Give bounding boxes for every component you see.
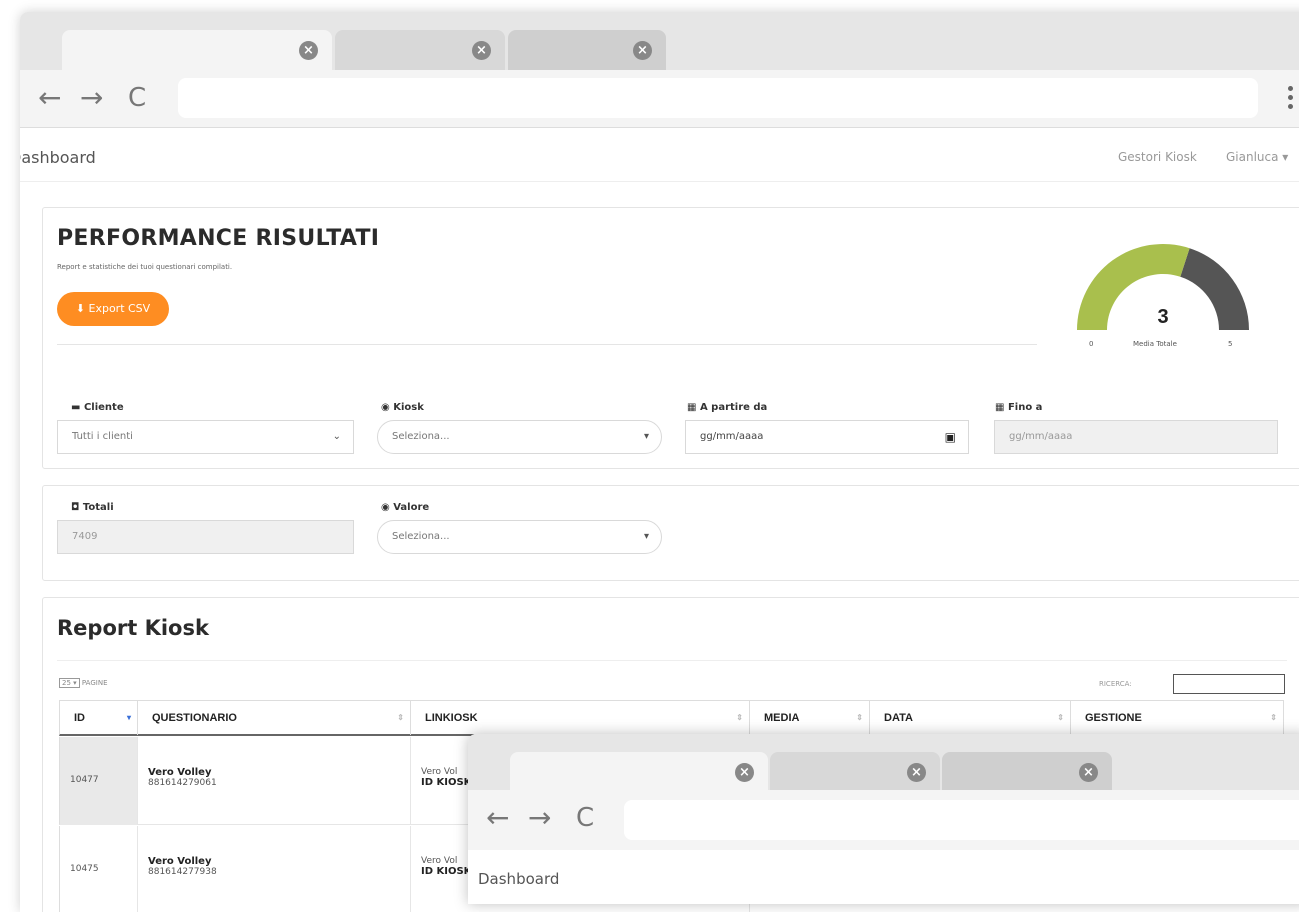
calendar-icon[interactable]: ▣ [945, 421, 956, 453]
totali-label: ◘ Totali [71, 502, 114, 513]
tab-1[interactable]: × [510, 752, 768, 790]
valore-select[interactable]: Seleziona... ▾ [377, 520, 662, 554]
page-size-control: 25 ▾ PAGINE [59, 678, 108, 688]
from-date-label: ▦ A partire da [687, 402, 768, 413]
brand-link[interactable]: Dashboard [478, 870, 559, 888]
page-title: PERFORMANCE RISULTATI [57, 226, 380, 251]
eye-icon: ◉ [381, 502, 390, 513]
top-navbar: Dashboard Gestori Kiosk Gianluca ▾ [20, 128, 1299, 182]
calendar-icon: ▦ [687, 402, 697, 413]
gauge-rest-arc [1180, 248, 1249, 330]
forward-icon[interactable]: → [528, 804, 551, 832]
cell-questionario: Vero Volley 881614277938 [138, 826, 411, 912]
totals-card: ◘ Totali 7409 ◉ Valore Seleziona... ▾ [42, 485, 1299, 581]
gauge-caption: Media Totale [1133, 340, 1177, 348]
browser-toolbar: ← → C [20, 70, 1299, 128]
column-header-gestione[interactable]: GESTIONE ⇕ [1071, 701, 1283, 735]
tab-2[interactable]: × [335, 30, 505, 70]
to-date-input[interactable]: gg/mm/aaaa [994, 420, 1278, 454]
divider [57, 660, 1287, 661]
chevron-down-icon: ⌄ [332, 431, 341, 442]
from-date-input[interactable]: gg/mm/aaaa ▣ [685, 420, 969, 454]
report-title: Report Kiosk [57, 616, 209, 640]
column-header-data[interactable]: DATA ⇕ [870, 701, 1071, 735]
nav-user-menu[interactable]: Gianluca ▾ [1226, 150, 1288, 164]
menu-icon[interactable] [1288, 86, 1294, 113]
gauge-max-label: 5 [1228, 340, 1233, 348]
forward-icon[interactable]: → [80, 84, 103, 112]
gauge-min-label: 0 [1089, 340, 1094, 348]
search-label: RICERCA: [1099, 680, 1132, 688]
overlay-browser-window: × × × ← → C Dashboard [468, 734, 1299, 904]
browser-toolbar: ← → C [468, 790, 1299, 850]
tab-2[interactable]: × [770, 752, 940, 790]
performance-card: PERFORMANCE RISULTATI Report e statistic… [42, 207, 1299, 469]
page-size-select[interactable]: 25 ▾ [59, 678, 80, 688]
caret-down-icon: ▾ [643, 431, 649, 442]
cell-id: 10477 [60, 737, 138, 825]
tab-1[interactable]: × [62, 30, 332, 70]
back-icon[interactable]: ← [486, 804, 509, 832]
column-header-media[interactable]: MEDIA ⇕ [750, 701, 870, 735]
close-icon[interactable]: × [633, 41, 652, 60]
page-subtitle: Report e statistiche dei tuoi questionar… [57, 263, 233, 271]
totali-field: 7409 [57, 520, 354, 554]
close-icon[interactable]: × [472, 41, 491, 60]
table-header: ID ▾ QUESTIONARIO ⇕ LINKIOSK ⇕ MEDIA ⇕ DATA ⇕… [59, 700, 1284, 736]
back-icon[interactable]: ← [38, 84, 61, 112]
cliente-select[interactable]: Tutti i clienti ⌄ [57, 420, 354, 454]
column-header-id[interactable]: ID ▾ [60, 701, 138, 735]
tag-icon: ◘ [71, 502, 80, 513]
tab-3[interactable]: × [508, 30, 666, 70]
briefcase-icon: ▬ [71, 402, 81, 413]
close-icon[interactable]: × [907, 763, 926, 782]
eye-icon: ◉ [381, 402, 390, 413]
gauge-value: 3 [1157, 306, 1169, 328]
calendar-icon: ▦ [995, 402, 1005, 413]
to-date-label: ▦ Fino a [995, 402, 1043, 413]
reload-icon[interactable]: C [576, 804, 594, 832]
close-icon[interactable]: × [299, 41, 318, 60]
tab-bar: × × × [20, 12, 1299, 70]
kiosk-label: ◉ Kiosk [381, 402, 424, 413]
close-icon[interactable]: × [1079, 763, 1098, 782]
valore-label: ◉ Valore [381, 502, 430, 513]
cliente-label: ▬ Cliente [71, 402, 124, 413]
tab-3[interactable]: × [942, 752, 1112, 790]
kiosk-select[interactable]: Seleziona... ▾ [377, 420, 662, 454]
caret-down-icon: ▾ [643, 531, 649, 542]
search-input[interactable] [1173, 674, 1285, 694]
cell-id: 10475 [60, 826, 138, 912]
reload-icon[interactable]: C [128, 84, 146, 112]
download-icon: ⬇ [75, 302, 85, 315]
cell-questionario: Vero Volley 881614279061 [138, 737, 411, 825]
address-bar[interactable] [624, 800, 1299, 840]
column-header-questionario[interactable]: QUESTIONARIO ⇕ [138, 701, 411, 735]
export-csv-button[interactable]: ⬇ Export CSV [57, 292, 169, 326]
brand-link[interactable]: Dashboard [20, 148, 96, 167]
divider [57, 344, 1037, 345]
address-bar[interactable] [178, 78, 1258, 118]
close-icon[interactable]: × [735, 763, 754, 782]
nav-gestori-kiosk[interactable]: Gestori Kiosk [1118, 150, 1197, 164]
column-header-linkiosk[interactable]: LINKIOSK ⇕ [411, 701, 750, 735]
tab-bar: × × × [468, 734, 1299, 790]
